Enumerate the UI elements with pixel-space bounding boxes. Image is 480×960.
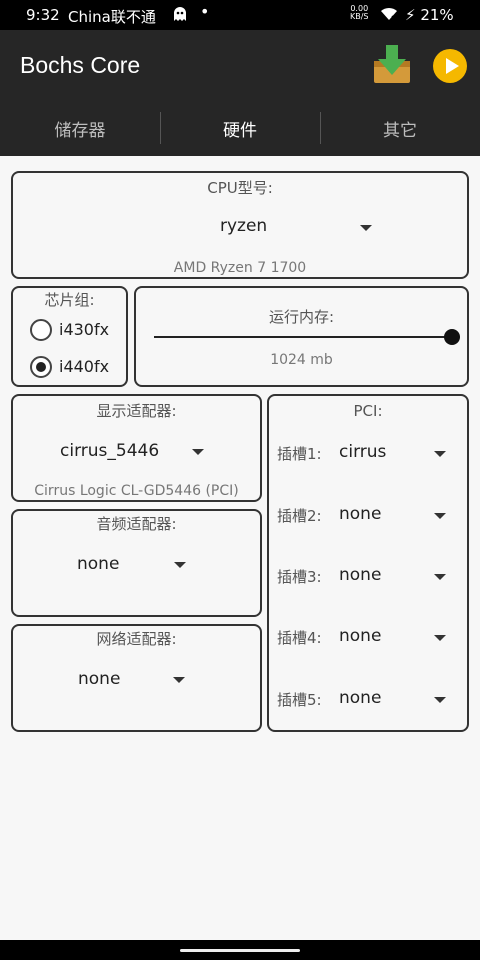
memory-slider-thumb[interactable] — [444, 329, 460, 345]
battery-indicator: ⚡ 21% — [405, 6, 454, 24]
cpu-description: AMD Ryzen 7 1700 — [173, 260, 307, 276]
dropdown-arrow-icon — [434, 451, 446, 457]
net-speed: 0.00 KB/S — [350, 5, 369, 21]
ghost-icon — [172, 6, 188, 26]
pci-slot-value: none — [339, 565, 382, 585]
pci-slot-value: cirrus — [339, 442, 387, 462]
tab-other[interactable]: 其它 — [320, 100, 480, 156]
tab-storage[interactable]: 储存器 — [0, 100, 160, 156]
dropdown-arrow-icon — [174, 562, 186, 568]
pci-slot-1[interactable]: 插槽1: cirrus — [277, 436, 463, 470]
memory-label: 运行内存: — [268, 308, 335, 326]
pci-label: PCI: — [353, 402, 383, 420]
chipset-option-i430fx[interactable]: i430fx — [27, 318, 123, 344]
play-icon[interactable] — [432, 48, 468, 84]
display-adapter-panel: 显示适配器: cirrus_5446 Cirrus Logic CL-GD544… — [11, 394, 262, 502]
pci-slot-label: 插槽2: — [277, 507, 322, 525]
status-dot: • — [200, 2, 210, 21]
dropdown-arrow-icon — [434, 574, 446, 580]
dropdown-arrow-icon — [434, 697, 446, 703]
dropdown-arrow-icon — [173, 677, 185, 683]
pci-slot-label: 插槽4: — [277, 629, 322, 647]
pci-slot-value: none — [339, 504, 382, 524]
pci-slot-label: 插槽1: — [277, 445, 322, 463]
chipset-option-label: i440fx — [59, 357, 110, 376]
navigation-bar — [0, 940, 480, 960]
battery-percent: 21% — [420, 6, 454, 24]
dropdown-arrow-icon — [360, 225, 372, 231]
audio-adapter-select[interactable]: none — [53, 547, 223, 583]
network-adapter-label: 网络适配器: — [96, 630, 177, 648]
audio-adapter-label: 音频适配器: — [96, 515, 177, 533]
status-bar: 9:32 China联不通 • 0.00 KB/S ⚡ 21% — [0, 0, 480, 30]
app-bar: Bochs Core — [0, 30, 480, 100]
dropdown-arrow-icon — [434, 513, 446, 519]
pci-slot-3[interactable]: 插槽3: none — [277, 559, 463, 593]
display-adapter-value: cirrus_5446 — [60, 441, 160, 461]
net-speed-unit: KB/S — [350, 12, 369, 21]
audio-adapter-panel: 音频适配器: none — [11, 509, 262, 617]
status-carrier: China联不通 — [68, 8, 156, 26]
display-adapter-select[interactable]: cirrus_5446 — [53, 434, 223, 470]
audio-adapter-value: none — [77, 554, 120, 574]
app-title: Bochs Core — [20, 52, 141, 78]
dropdown-arrow-icon — [434, 635, 446, 641]
wifi-icon — [380, 7, 398, 25]
charging-icon: ⚡ — [405, 6, 416, 24]
cpu-select-value: ryzen — [220, 216, 268, 236]
memory-panel: 运行内存: 1024 mb — [134, 286, 469, 387]
home-gesture-bar[interactable] — [180, 949, 300, 952]
chipset-panel: 芯片组: i430fx i440fx — [11, 286, 128, 387]
status-time: 9:32 — [26, 6, 60, 24]
pci-slot-value: none — [339, 626, 382, 646]
chipset-label: 芯片组: — [44, 291, 95, 309]
tab-hardware[interactable]: 硬件 — [160, 100, 320, 156]
network-adapter-value: none — [78, 669, 121, 689]
network-adapter-panel: 网络适配器: none — [11, 624, 262, 732]
tab-bar: 储存器 硬件 其它 — [0, 100, 480, 156]
pci-slot-4[interactable]: 插槽4: none — [277, 620, 463, 654]
memory-value: 1024 mb — [270, 352, 333, 368]
display-adapter-label: 显示适配器: — [96, 402, 177, 420]
pci-slot-5[interactable]: 插槽5: none — [277, 682, 463, 716]
radio-button-checked — [30, 356, 52, 378]
cpu-select[interactable]: ryzen — [193, 207, 393, 247]
download-box-icon[interactable] — [372, 45, 412, 85]
network-adapter-select[interactable]: none — [53, 662, 223, 698]
pci-panel: PCI: 插槽1: cirrus 插槽2: none 插槽3: none 插槽4… — [267, 394, 469, 732]
radio-button — [30, 319, 52, 341]
cpu-panel: CPU型号: ryzen AMD Ryzen 7 1700 — [11, 171, 469, 279]
pci-slot-value: none — [339, 688, 382, 708]
pci-slot-label: 插槽3: — [277, 568, 322, 586]
chipset-option-i440fx[interactable]: i440fx — [27, 355, 123, 381]
pci-slot-label: 插槽5: — [277, 691, 322, 709]
dropdown-arrow-icon — [192, 449, 204, 455]
pci-slot-2[interactable]: 插槽2: none — [277, 498, 463, 532]
memory-slider-track[interactable] — [154, 336, 452, 338]
chipset-option-label: i430fx — [59, 320, 110, 339]
display-adapter-description: Cirrus Logic CL-GD5446 (PCI) — [34, 483, 239, 499]
cpu-label: CPU型号: — [207, 179, 273, 197]
